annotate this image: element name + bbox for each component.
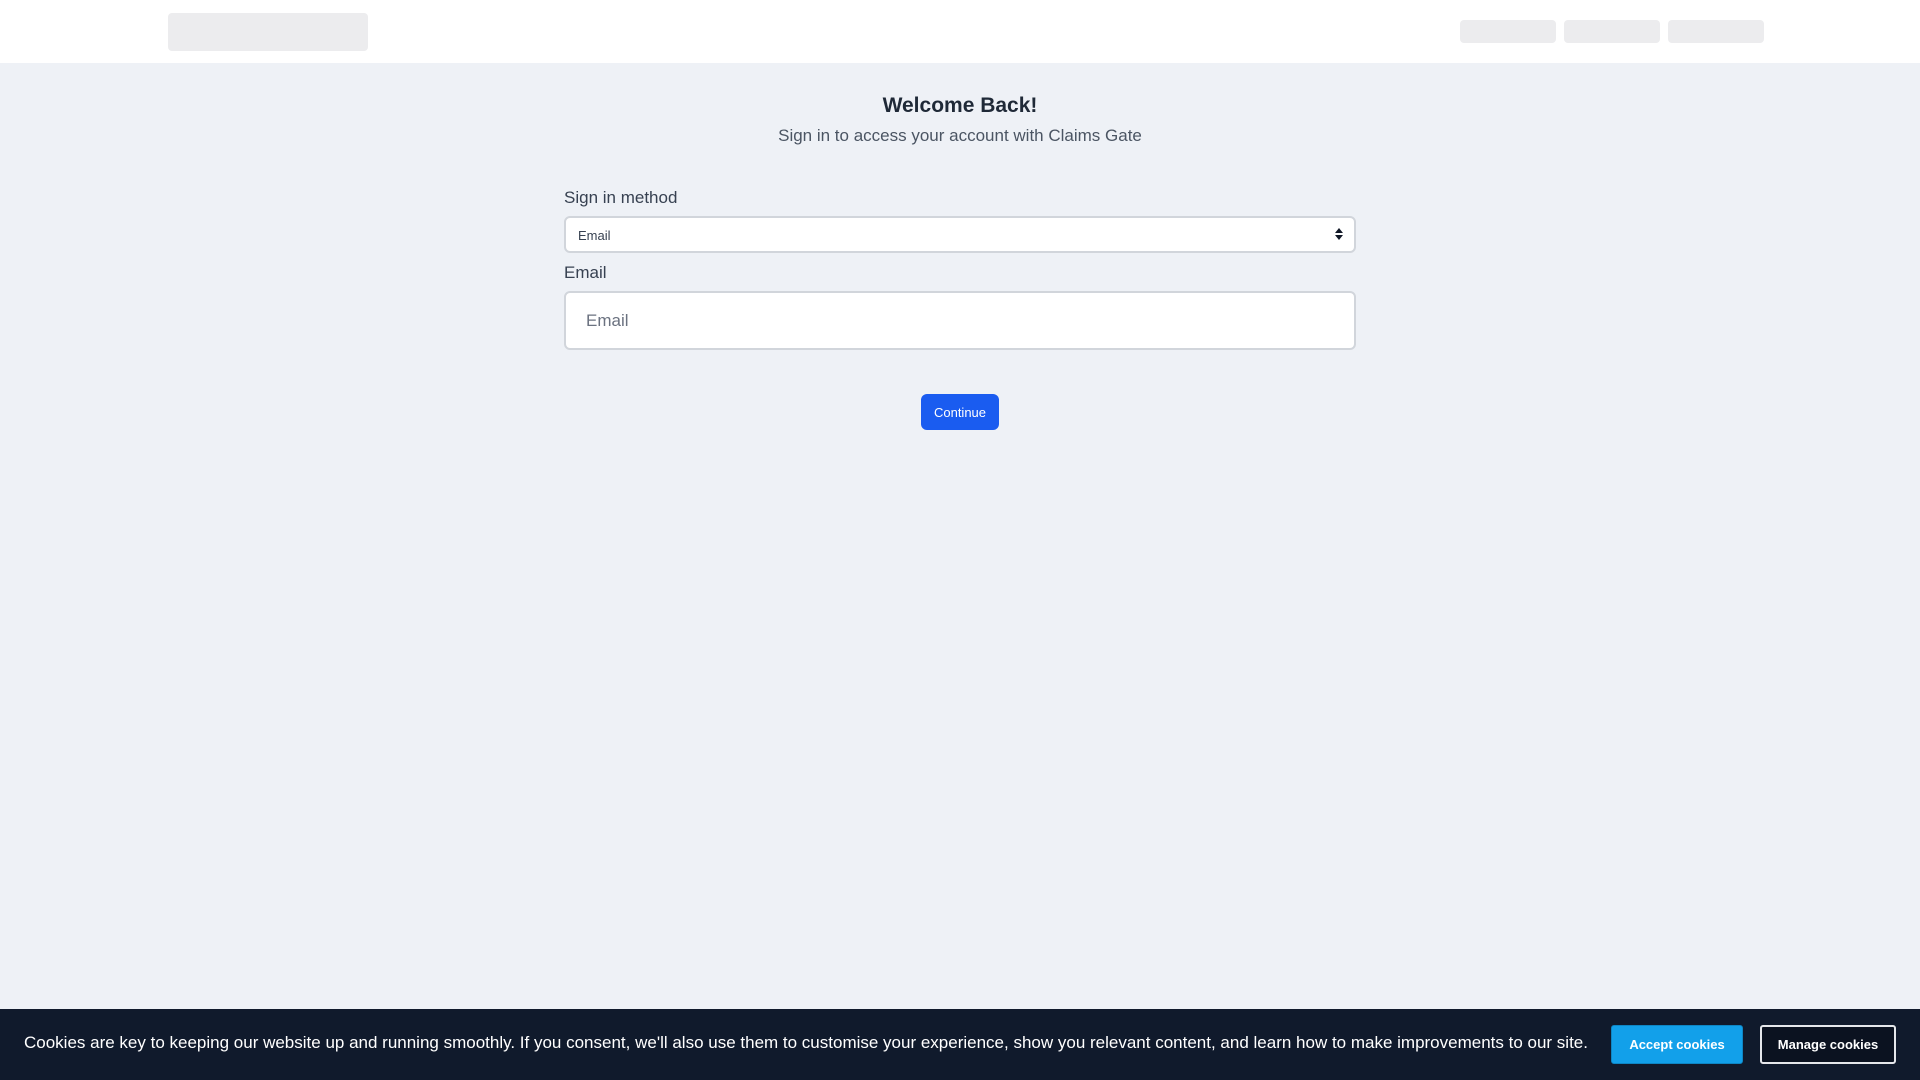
nav-item-placeholder-1[interactable] [1460, 20, 1556, 43]
page-title: Welcome Back! [882, 94, 1038, 117]
logo-placeholder[interactable] [168, 13, 368, 51]
email-label: Email [564, 263, 607, 282]
continue-button[interactable]: Continue [921, 394, 999, 430]
sort-arrows-icon [1335, 228, 1343, 240]
page-subtitle: Sign in to access your account with Clai… [778, 126, 1142, 145]
sign-in-form: Sign in method Email Email [564, 188, 1356, 350]
cookie-banner: Cookies are key to keeping our website u… [0, 1009, 1920, 1080]
email-input[interactable] [564, 291, 1356, 350]
manage-cookies-button[interactable]: Manage cookies [1760, 1025, 1896, 1064]
accept-cookies-button[interactable]: Accept cookies [1611, 1025, 1743, 1064]
sign-in-method-select[interactable]: Email [564, 216, 1356, 253]
top-header [0, 0, 1920, 63]
nav-item-placeholder-3[interactable] [1668, 20, 1764, 43]
cookie-banner-text: Cookies are key to keeping our website u… [24, 1033, 1588, 1052]
sign-in-method-value: Email [578, 228, 611, 243]
nav-item-placeholder-2[interactable] [1564, 20, 1660, 43]
sign-in-method-label: Sign in method [564, 188, 678, 207]
